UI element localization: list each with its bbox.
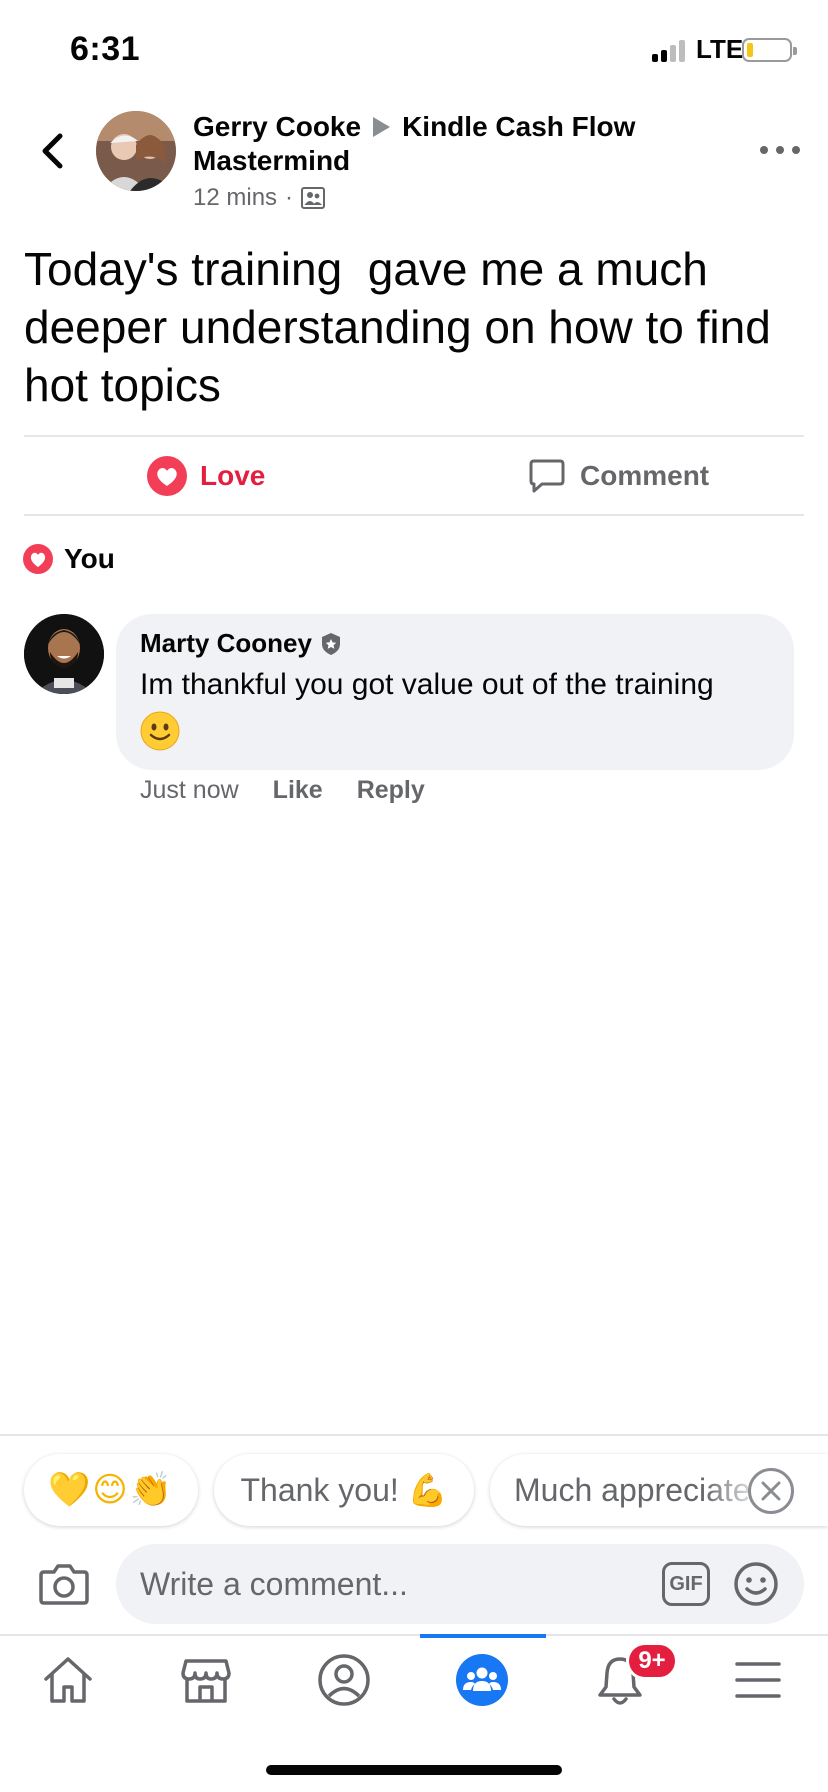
chevron-left-icon	[42, 133, 63, 169]
tab-groups[interactable]	[442, 1650, 522, 1710]
arrow-right-icon	[373, 117, 391, 137]
comment-author-name[interactable]: Marty Cooney	[140, 628, 312, 659]
status-time: 6:31	[70, 30, 141, 68]
tab-profile[interactable]	[304, 1650, 384, 1710]
smiley-icon	[734, 1562, 778, 1606]
emoji-button[interactable]	[732, 1560, 780, 1608]
admin-badge-icon	[321, 632, 340, 655]
comment-bubble[interactable]: Marty Cooney Im thankful you got value o…	[116, 614, 794, 770]
post-author-name[interactable]: Gerry Cooke	[193, 111, 361, 142]
camera-button[interactable]	[38, 1560, 90, 1608]
dot-icon	[760, 146, 768, 154]
post-time[interactable]: 12 mins	[193, 184, 277, 212]
tab-menu[interactable]	[718, 1650, 798, 1710]
reactions-summary[interactable]: You	[22, 540, 115, 578]
love-label: Love	[200, 460, 266, 491]
comment-time[interactable]: Just now	[140, 776, 239, 805]
comment-text: Im thankful you got value out of the tra…	[140, 661, 770, 766]
dot-icon	[776, 146, 784, 154]
comment-composer[interactable]: GIF	[116, 1544, 804, 1624]
reactions-summary-label: You	[64, 543, 115, 574]
marketplace-icon	[181, 1659, 231, 1703]
post-text: Today's training gave me a much deeper u…	[24, 243, 784, 411]
comment-avatar[interactable]	[24, 614, 104, 694]
network-type: LTE	[696, 34, 744, 64]
home-icon	[44, 1657, 92, 1703]
comment-text-body: Im thankful you got value out of the tra…	[140, 668, 714, 701]
comment-label: Comment	[580, 460, 710, 491]
comment-author: Marty Cooney	[140, 628, 770, 659]
comment-like-button[interactable]: Like	[273, 776, 323, 805]
notifications-badge: 9+	[626, 1642, 678, 1680]
emoji-sticker: 💛😊👏	[47, 1470, 175, 1510]
gif-button[interactable]: GIF	[662, 1562, 710, 1606]
love-button[interactable]: Love	[146, 452, 265, 500]
quick-reply-label: Thank you! 💪	[240, 1472, 448, 1508]
quick-reply-thank-you[interactable]: Thank you! 💪	[214, 1454, 474, 1526]
divider	[24, 514, 804, 516]
comment-button[interactable]: Comment	[528, 452, 709, 500]
close-icon	[761, 1481, 781, 1501]
love-reaction-icon	[23, 544, 53, 574]
love-reaction-icon	[147, 456, 187, 496]
more-options-button[interactable]	[760, 140, 800, 160]
dot-icon	[792, 146, 800, 154]
divider	[0, 1634, 828, 1636]
divider	[0, 1434, 828, 1436]
post-title: Gerry Cooke Kindle Cash Flow Mastermind	[193, 110, 753, 178]
signal-strength-icon	[652, 38, 692, 62]
post-subtitle: 12 mins ·	[193, 184, 753, 212]
close-quick-replies-button[interactable]	[748, 1468, 794, 1514]
avatar[interactable]	[96, 111, 176, 191]
comment-reply-button[interactable]: Reply	[357, 776, 425, 805]
active-tab-indicator	[420, 1634, 546, 1638]
groups-icon	[456, 1654, 508, 1706]
post-header: Gerry Cooke Kindle Cash Flow Mastermind 1…	[193, 110, 753, 212]
group-privacy-icon	[301, 187, 326, 209]
comment-input[interactable]	[140, 1565, 640, 1603]
hamburger-menu-icon	[735, 1662, 781, 1698]
tab-marketplace[interactable]	[166, 1650, 246, 1710]
smiley-emoji-icon	[140, 711, 180, 766]
profile-icon	[318, 1654, 370, 1706]
status-bar: 6:31 LTE	[0, 0, 828, 100]
tab-home[interactable]	[28, 1650, 108, 1710]
divider	[24, 435, 804, 437]
camera-icon	[39, 1564, 89, 1605]
comment-bubble-icon	[529, 459, 565, 493]
comment-actions: Just now Like Reply	[140, 776, 425, 805]
back-button[interactable]	[32, 128, 72, 174]
battery-icon	[742, 38, 797, 62]
separator: ·	[285, 184, 294, 211]
quick-reply-emojis[interactable]: 💛😊👏	[24, 1454, 198, 1526]
home-indicator	[266, 1765, 562, 1775]
